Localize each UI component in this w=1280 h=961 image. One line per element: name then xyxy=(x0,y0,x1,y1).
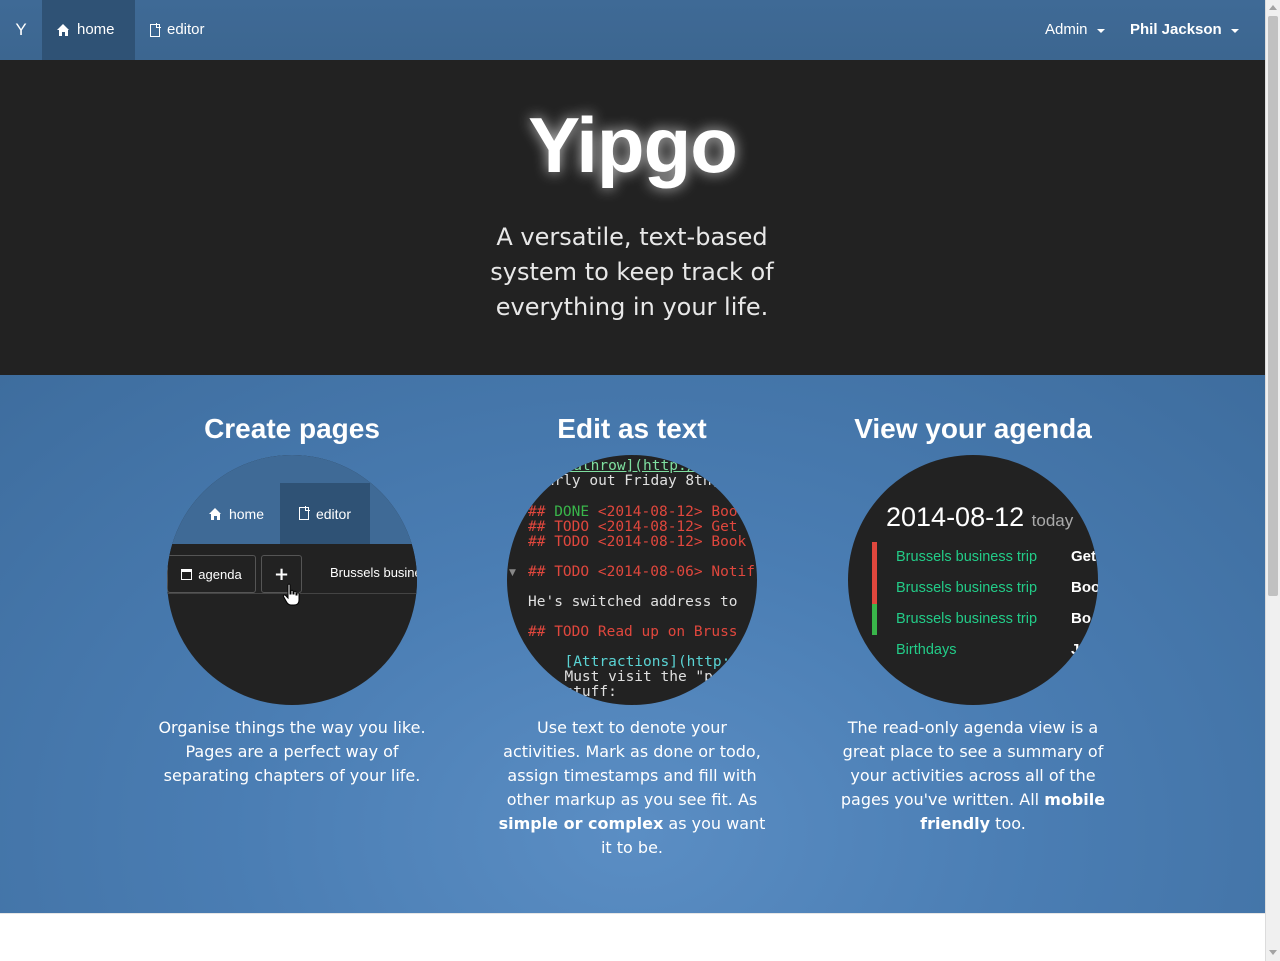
code-segment: ## xyxy=(528,504,555,520)
code-segment: [Heathrow](http:// xyxy=(547,458,705,474)
code-segment: He's switched address to xyxy=(528,594,738,610)
code-segment: Read up on Bruss xyxy=(597,624,738,640)
feature-description: The read-only agenda view is a great pla… xyxy=(838,716,1108,836)
hero-section: Yipgo A versatile, text-based system to … xyxy=(0,60,1265,375)
agenda-row: Brussels business trip Get xyxy=(872,542,1098,573)
code-line: stuff: xyxy=(547,684,617,700)
agenda-item-text: J xyxy=(1071,641,1080,658)
caret-down-icon xyxy=(1230,29,1239,33)
agenda-date-value: 2014-08-12 xyxy=(886,502,1025,532)
preview-agenda-button: agenda xyxy=(167,555,256,593)
admin-label: Admin xyxy=(1045,21,1088,38)
agenda-preview: 2014-08-12 today Brussels business trip G… xyxy=(848,455,1098,705)
code-segment: Must visit the "pee xyxy=(547,669,731,685)
code-segment: <2014-08-12> Get xyxy=(597,519,738,535)
home-icon xyxy=(208,507,222,520)
caret-down-icon xyxy=(1096,29,1105,33)
code-segment: <2014-08-12> Boo xyxy=(597,504,738,520)
scrollbar-thumb[interactable] xyxy=(1268,16,1278,596)
nav-item-editor[interactable]: editor xyxy=(135,0,220,60)
preview-nav-home: home xyxy=(193,483,280,544)
user-dropdown[interactable]: Phil Jackson xyxy=(1115,0,1254,60)
agenda-page-name: Brussels business trip xyxy=(896,580,1038,596)
code-segment: ## xyxy=(528,534,555,550)
nav-item-label: home xyxy=(77,21,115,38)
code-line: [Heathrow](http:// xyxy=(547,459,704,474)
agenda-row: Brussels business trip Bo xyxy=(872,604,1098,635)
code-line: ## DONE <2014-08-12> Boo xyxy=(528,505,738,520)
code-segment: TODO xyxy=(554,519,598,535)
code-line: ## TODO <2014-08-12> Book xyxy=(528,535,746,550)
code-line: Must visit the "pee xyxy=(547,670,730,685)
code-segment: DONE xyxy=(554,504,598,520)
fold-arrow-icon: ▼ xyxy=(509,568,516,578)
agenda-status-bar xyxy=(872,604,877,635)
hand-cursor-icon xyxy=(282,583,300,606)
agenda-today-label: today xyxy=(1031,511,1074,530)
agenda-item-text: Bo xyxy=(1071,610,1091,627)
preview-agenda-label: agenda xyxy=(198,566,242,582)
agenda-status-bar xyxy=(872,542,877,573)
code-segment: TODO xyxy=(554,624,598,640)
edit-as-text-preview: [Heathrow](http://early out Friday 8th, #… xyxy=(507,455,757,705)
desc-text: Use text to denote your activities. Mark… xyxy=(503,718,761,809)
code-line: early out Friday 8th, xyxy=(537,474,720,489)
feature-title: Create pages xyxy=(204,413,380,444)
agenda-date: 2014-08-12 today xyxy=(886,502,1073,533)
agenda-row: Brussels business trip Boo xyxy=(872,573,1098,604)
calendar-icon xyxy=(181,568,193,580)
vertical-scrollbar[interactable] xyxy=(1265,0,1280,961)
code-segment: TODO xyxy=(554,564,598,580)
page-footer-area xyxy=(0,913,1265,961)
preview-nav-editor: editor xyxy=(280,483,370,544)
hero-title: Yipgo xyxy=(528,101,738,189)
agenda-status-bar xyxy=(872,573,877,604)
feature-title: View your agenda xyxy=(854,413,1092,444)
scroll-down-arrow-icon[interactable] xyxy=(1269,950,1277,955)
code-line: ## TODO <2014-08-12> Get xyxy=(528,520,738,535)
code-line: ## TODO <2014-08-06> Notif xyxy=(528,565,755,580)
code-segment: ## xyxy=(528,564,555,580)
agenda-item-text: Boo xyxy=(1071,579,1098,596)
nav-item-home[interactable]: home xyxy=(42,0,135,60)
code-segment: TODO xyxy=(554,534,598,550)
user-name: Phil Jackson xyxy=(1130,21,1222,38)
agenda-row: Birthdays J xyxy=(872,635,1098,666)
code-segment: [Attractions](http:/ xyxy=(547,654,740,670)
code-segment: <2014-08-06> Notif xyxy=(597,564,755,580)
code-line: [Attractions](http:/ xyxy=(547,655,739,670)
code-segment: early out Friday 8th, xyxy=(537,473,721,489)
features-section: Create pages home editor agenda + Brusse… xyxy=(0,375,1265,913)
nav-item-label: editor xyxy=(167,21,205,38)
brand-logo[interactable]: Y xyxy=(0,0,42,60)
preview-nav-home-label: home xyxy=(228,505,265,522)
preview-nav-editor-label: editor xyxy=(315,505,352,522)
code-segment: ## xyxy=(528,624,555,640)
desc-text: too. xyxy=(990,814,1026,833)
document-icon xyxy=(298,506,310,520)
feature-description: Organise things the way you like. Pages … xyxy=(158,718,426,785)
code-segment: stuff: xyxy=(547,684,617,700)
create-pages-preview: home editor agenda + Brussels business t… xyxy=(167,455,417,705)
scroll-up-arrow-icon[interactable] xyxy=(1269,5,1277,10)
document-icon xyxy=(150,22,161,37)
code-editor-preview: [Heathrow](http://early out Friday 8th, #… xyxy=(507,455,757,705)
agenda-page-name: Brussels business trip xyxy=(896,611,1038,627)
code-segment: ## xyxy=(528,519,555,535)
agenda-item-text: Get xyxy=(1071,548,1097,565)
code-segment: <2014-08-12> Book xyxy=(597,534,747,550)
code-line: ## TODO Read up on Bruss xyxy=(528,625,738,640)
home-icon xyxy=(57,24,70,36)
feature-title: Edit as text xyxy=(557,413,707,444)
agenda-page-name: Brussels business trip xyxy=(896,549,1038,565)
code-line: He's switched address to xyxy=(528,595,738,610)
hero-subtitle: A versatile, text-based system to keep t… xyxy=(490,223,774,321)
agenda-page-name: Birthdays xyxy=(896,642,957,658)
admin-dropdown[interactable]: Admin xyxy=(1030,0,1120,60)
desc-emphasis: simple or complex xyxy=(498,814,664,833)
preview-page-tab: Brussels business trip xyxy=(330,565,417,580)
navbar: Y home editor Admin Phil Jackson xyxy=(0,0,1265,60)
feature-description: Use text to denote your activities. Mark… xyxy=(497,716,767,860)
